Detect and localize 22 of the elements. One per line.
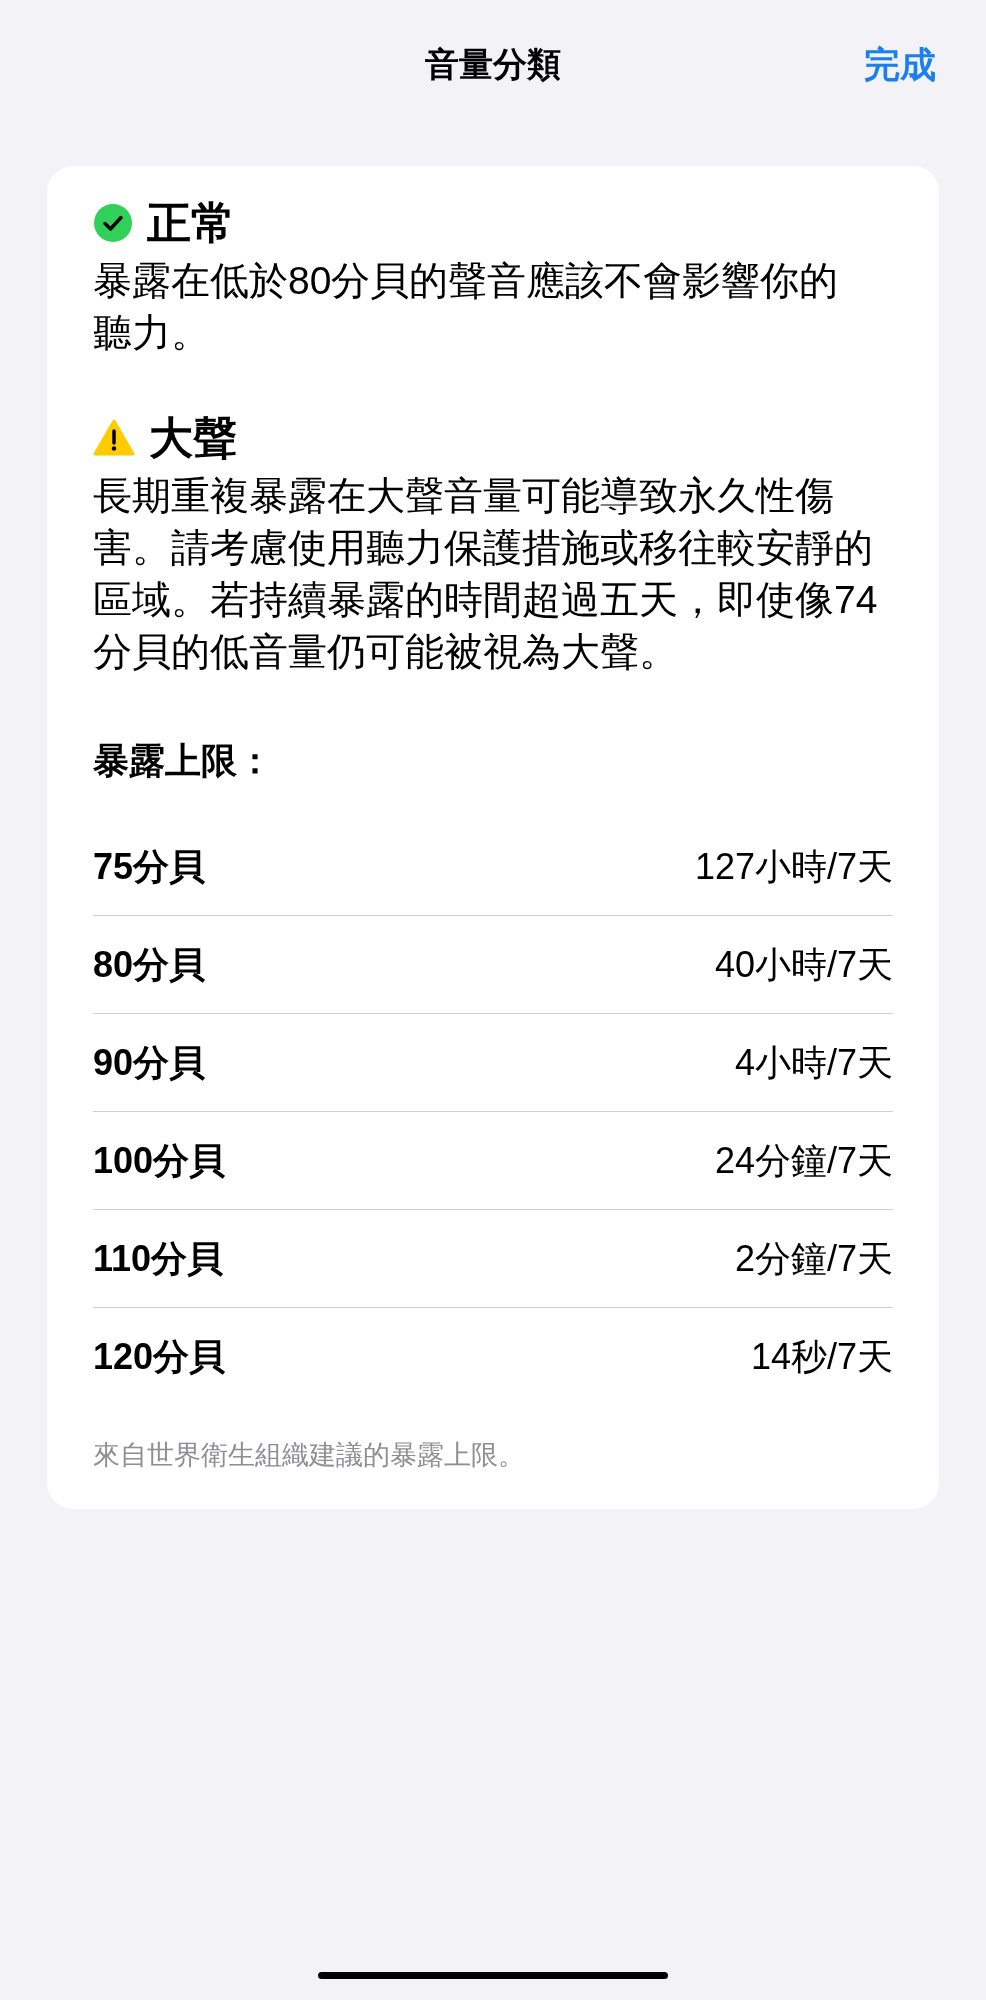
exposure-limit: 4小時/7天 (734, 1040, 893, 1085)
done-button[interactable]: 完成 (864, 38, 936, 92)
warning-icon (93, 419, 135, 457)
screen-title: 音量分類 (425, 43, 561, 85)
checkmark-icon (93, 203, 133, 243)
category-description: 長期重複暴露在大聲音量可能導致永久性傷害。請考慮使用聽力保護措施或移往較安靜的區域。若持續暴露的時間超過五天，即使像74分貝的低音量仍可能被視為大聲。 (93, 473, 879, 675)
category-title: 大聲 (149, 412, 237, 464)
section-heading: 暴露上限： (93, 739, 274, 783)
exposure-limit: 40小時/7天 (714, 942, 893, 987)
decibel-label: 120分貝 (93, 1335, 226, 1379)
footnote: 來自世界衛生組織建議的暴露上限。 (93, 1439, 526, 1472)
category-title: 正常 (147, 197, 235, 249)
category-description: 暴露在低於80分貝的聲音應該不會影響你的聽力。 (93, 258, 840, 356)
exposure-limit: 2分鐘/7天 (734, 1236, 893, 1281)
exposure-limit: 14秒/7天 (750, 1335, 893, 1379)
exposure-limit: 127小時/7天 (694, 844, 893, 889)
decibel-label: 75分貝 (93, 844, 206, 889)
decibel-label: 110分貝 (93, 1236, 224, 1281)
exposure-limit: 24分鐘/7天 (714, 1138, 893, 1183)
decibel-label: 80分貝 (93, 942, 206, 987)
decibel-label: 100分貝 (93, 1138, 226, 1183)
decibel-label: 90分貝 (93, 1040, 206, 1085)
